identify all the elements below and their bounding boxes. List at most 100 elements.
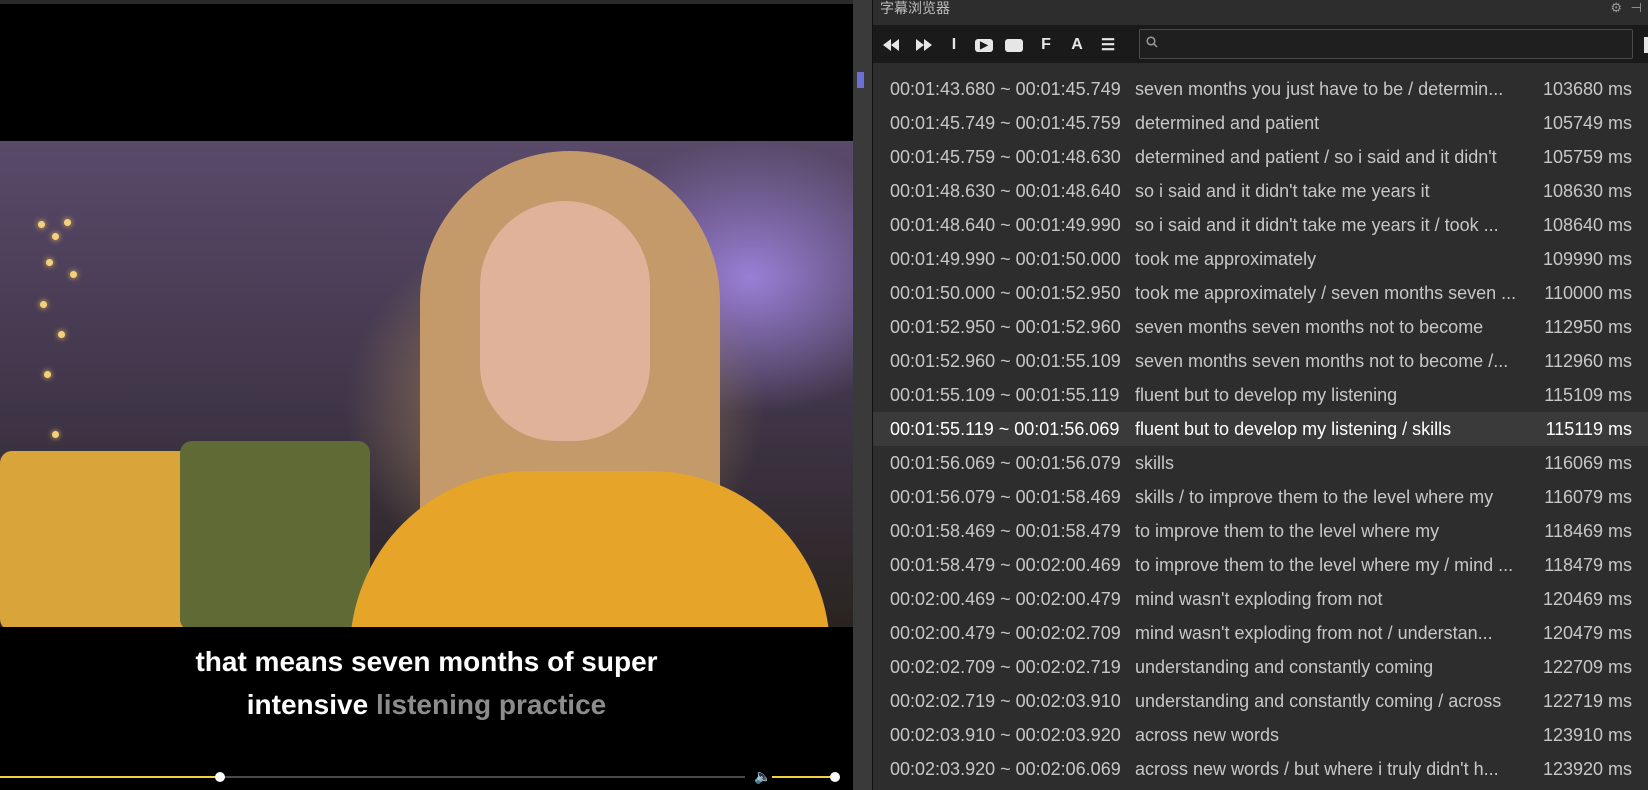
subtitle-time: 00:02:03.920 ~ 00:02:06.069 — [890, 759, 1121, 779]
subtitle-ms: 108630 ms — [1542, 181, 1632, 201]
anchor-text-icon[interactable]: A — [1064, 34, 1090, 56]
subtitle-ms: 123910 ms — [1542, 725, 1632, 745]
subtitle-row[interactable]: 00:01:43.680 ~ 00:01:45.749 seven months … — [873, 72, 1648, 106]
subtitle-text: mind wasn't exploding from not — [1135, 589, 1383, 609]
subtitle-ms: 116069 ms — [1544, 453, 1632, 473]
volume-handle[interactable] — [829, 772, 840, 782]
gear-icon[interactable]: ⚙ — [1610, 0, 1622, 16]
subtitle-time: 00:01:56.079 ~ 00:01:58.469 — [890, 487, 1121, 507]
volume-slider-fill — [772, 776, 835, 778]
subtitle-ms: 115119 ms — [1545, 419, 1632, 439]
subtitle-ms: 118479 ms — [1544, 555, 1632, 575]
pin-icon[interactable]: ⊣ — [1631, 0, 1642, 16]
subtitle-time: 00:02:00.479 ~ 00:02:02.709 — [890, 623, 1121, 643]
search-field[interactable] — [1139, 29, 1633, 59]
fast-forward-icon[interactable] — [911, 34, 937, 56]
subtitle-time: 00:01:43.680 ~ 00:01:45.749 — [890, 79, 1121, 99]
subtitle-text: seven months seven months not to become … — [1135, 351, 1509, 371]
speaker-icon[interactable]: 🔈 — [754, 768, 771, 785]
panel-splitter[interactable] — [853, 0, 873, 790]
video-content-light — [52, 431, 59, 438]
subtitle-text: skills — [1135, 453, 1174, 473]
subtitle-row[interactable]: 00:01:58.479 ~ 00:02:00.469 to improve th… — [873, 548, 1648, 582]
subtitle-text: across new words / but where i truly did… — [1135, 759, 1499, 779]
subtitle-row[interactable]: 00:02:00.479 ~ 00:02:02.709 mind wasn't e… — [873, 616, 1648, 650]
subtitle-row[interactable]: 00:01:56.079 ~ 00:01:58.469 skills / to i… — [873, 480, 1648, 514]
video-content-light — [38, 221, 45, 228]
rewind-icon[interactable] — [878, 34, 904, 56]
seek-handle[interactable] — [214, 772, 225, 782]
text-cursor-icon[interactable]: I — [941, 34, 967, 56]
seek-bar-fill — [0, 776, 220, 778]
subtitle-row[interactable]: 00:01:48.630 ~ 00:01:48.640 so i said and… — [873, 174, 1648, 208]
toolbar-overflow-indicator — [1644, 37, 1648, 53]
video-frame[interactable] — [0, 141, 853, 627]
subtitle-text: across new words — [1135, 725, 1280, 745]
subtitle-row[interactable]: 00:02:00.469 ~ 00:02:00.479 mind wasn't e… — [873, 582, 1648, 616]
subtitle-row[interactable]: 00:01:55.109 ~ 00:01:55.119 fluent but to… — [873, 378, 1648, 412]
subtitle-text: fluent but to develop my listening — [1135, 385, 1398, 405]
subtitle-time: 00:01:58.469 ~ 00:01:58.479 — [890, 521, 1121, 541]
subtitle-row[interactable]: 00:01:45.749 ~ 00:01:45.759 determined an… — [873, 106, 1648, 140]
subtitle-ms: 110000 ms — [1544, 283, 1632, 303]
subtitle-ms: 105749 ms — [1542, 113, 1632, 133]
subtitle-text: skills / to improve them to the level wh… — [1135, 487, 1494, 507]
subtitle-time: 00:01:55.109 ~ 00:01:55.119 — [890, 385, 1120, 405]
subtitle-text: so i said and it didn't take me years it — [1135, 181, 1430, 201]
subtitle-ms: 122719 ms — [1542, 691, 1632, 711]
video-content-person-face — [480, 201, 650, 441]
subtitle-row[interactable]: 00:01:58.469 ~ 00:01:58.479 to improve th… — [873, 514, 1648, 548]
subtitle-ms: 118469 ms — [1544, 521, 1632, 541]
subtitle-box-icon[interactable] — [1001, 34, 1027, 56]
subtitle-row[interactable]: 00:01:45.759 ~ 00:01:48.630 determined an… — [873, 140, 1648, 174]
video-content-light — [40, 301, 47, 308]
subtitle-row[interactable]: 00:01:50.000 ~ 00:01:52.950 took me appro… — [873, 276, 1648, 310]
subtitle-time: 00:01:52.960 ~ 00:01:55.109 — [890, 351, 1121, 371]
subtitle-row[interactable]: 00:01:56.069 ~ 00:01:56.079 skills 116069 … — [873, 446, 1648, 480]
subtitle-upcoming: listening practice — [375, 689, 607, 720]
subtitle-ms: 115109 ms — [1544, 385, 1632, 405]
subtitle-time: 00:02:02.709 ~ 00:02:02.719 — [890, 657, 1121, 677]
subtitle-ms: 108640 ms — [1542, 215, 1632, 235]
subtitle-time: 00:02:00.469 ~ 00:02:00.479 — [890, 589, 1121, 609]
subtitle-ms: 123920 ms — [1542, 759, 1632, 779]
subtitle-row[interactable]: 00:02:02.709 ~ 00:02:02.719 understanding… — [873, 650, 1648, 684]
subtitle-time: 00:01:48.640 ~ 00:01:49.990 — [890, 215, 1121, 235]
subtitle-time: 00:02:03.910 ~ 00:02:03.920 — [890, 725, 1121, 745]
subtitle-ms: 105759 ms — [1542, 147, 1632, 167]
panel-title: 字幕浏览器 — [880, 0, 950, 16]
subtitle-row[interactable]: 00:02:03.920 ~ 00:02:06.069 across new wo… — [873, 752, 1648, 786]
subtitle-text: determined and patient / so i said and i… — [1135, 147, 1497, 167]
subtitle-ms: 112960 ms — [1544, 351, 1632, 371]
subtitle-time: 00:02:02.719 ~ 00:02:03.910 — [890, 691, 1121, 711]
font-icon[interactable]: F — [1033, 34, 1059, 56]
video-content-light — [52, 233, 59, 240]
subtitle-row[interactable]: 00:01:48.640 ~ 00:01:49.990 so i said and… — [873, 208, 1648, 242]
subtitle-row[interactable]: 00:02:02.719 ~ 00:02:03.910 understanding… — [873, 684, 1648, 718]
subtitle-row[interactable]: 00:01:52.960 ~ 00:01:55.109 seven months … — [873, 344, 1648, 378]
subtitle-list: 00:01:43.680 ~ 00:01:45.749 seven months … — [873, 72, 1648, 790]
subtitle-text: mind wasn't exploding from not / underst… — [1135, 623, 1493, 643]
subtitle-ms: 116079 ms — [1544, 487, 1632, 507]
video-content-light — [44, 371, 51, 378]
subtitle-row[interactable]: 00:01:55.119 ~ 00:01:56.069 fluent but to… — [873, 412, 1648, 446]
subtitle-row[interactable]: 00:01:52.950 ~ 00:01:52.960 seven months … — [873, 310, 1648, 344]
subtitle-text: to improve them to the level where my — [1135, 521, 1440, 541]
subtitle-row[interactable]: 00:02:03.910 ~ 00:02:03.920 across new wo… — [873, 718, 1648, 752]
subtitle-time: 00:01:50.000 ~ 00:01:52.950 — [890, 283, 1121, 303]
menu-icon[interactable]: ☰ — [1095, 34, 1121, 56]
subtitle-browser-panel: 字幕浏览器 ⚙ ⊣ I ▶ F A ☰ 00:01:43.680 ~ 00:01… — [873, 0, 1648, 790]
subtitle-text: seven months you just have to be / deter… — [1135, 79, 1504, 99]
subtitle-text: so i said and it didn't take me years it… — [1135, 215, 1499, 235]
subtitle-ms: 122709 ms — [1542, 657, 1632, 677]
video-content-pillow-yellow — [0, 451, 200, 627]
video-content-light — [58, 331, 65, 338]
subtitle-line-1: that means seven months of super — [195, 646, 658, 677]
subtitle-text: determined and patient — [1135, 113, 1320, 133]
play-clip-icon[interactable]: ▶ — [971, 34, 997, 56]
subtitle-row[interactable]: 00:01:49.990 ~ 00:01:50.000 took me appro… — [873, 242, 1648, 276]
subtitle-ms: 112950 ms — [1544, 317, 1632, 337]
video-player[interactable]: that means seven months of super intensi… — [0, 0, 853, 790]
search-input[interactable] — [1166, 33, 1630, 55]
subtitle-time: 00:01:52.950 ~ 00:01:52.960 — [890, 317, 1121, 337]
